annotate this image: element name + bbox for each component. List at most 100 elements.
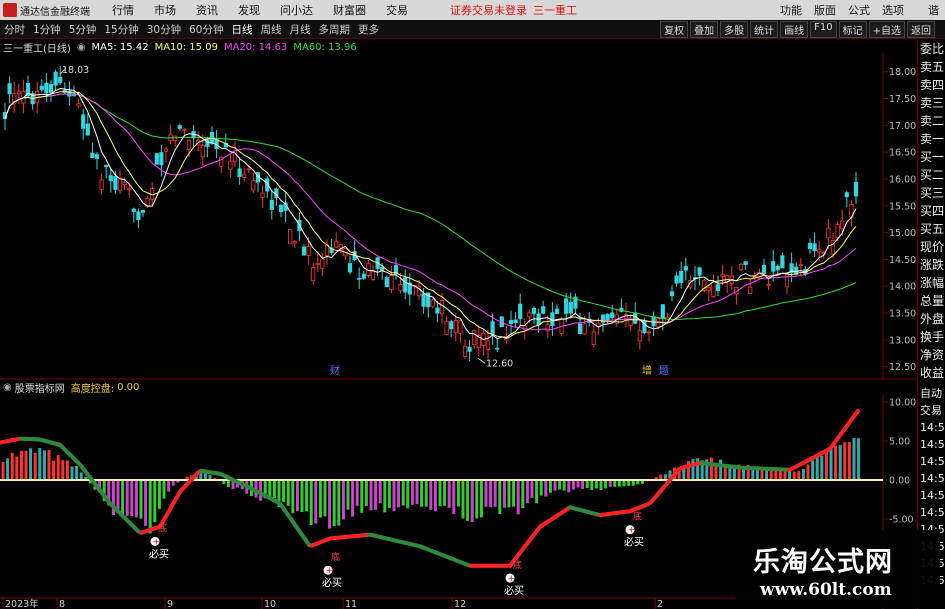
candle-body <box>361 273 366 279</box>
date-label: 8 <box>59 599 65 609</box>
side-item: 14:50 <box>920 438 945 451</box>
menu-item-exchange[interactable]: 市场 <box>154 2 176 18</box>
side-item[interactable]: 买三 <box>918 184 945 202</box>
side-item[interactable]: 换手 <box>918 328 945 346</box>
side-item[interactable]: 总量 <box>918 292 945 310</box>
period-monthly[interactable]: 月线 <box>290 22 311 37</box>
event-marker-topic: 题 <box>659 365 669 377</box>
side-item[interactable]: 委比 <box>918 40 945 58</box>
side-item: 14:50 <box>920 489 945 502</box>
candle-body <box>715 284 721 292</box>
candle-body <box>853 181 859 197</box>
indicator-bar <box>475 480 479 519</box>
side-item[interactable]: 买一 <box>918 148 945 166</box>
indicator-bar <box>355 480 359 506</box>
side-item[interactable]: 买二 <box>918 166 945 184</box>
tool-add-watch-button[interactable]: +自选 <box>868 20 905 38</box>
indicator-bar <box>742 468 746 480</box>
menu-item-wealth[interactable]: 财富圈 <box>333 2 366 18</box>
indicator-bar <box>318 480 322 518</box>
candle-body <box>251 180 256 191</box>
tool-draw-button[interactable]: 画线 <box>780 20 809 38</box>
side-item[interactable]: 净资 <box>918 346 945 364</box>
price-tick-label: 13.50 <box>889 309 916 320</box>
candlestick-chart[interactable]: 18.00 17.50 17.00 16.50 16.00 15.50 15.00 14.50… <box>0 54 917 380</box>
tool-multi-stock-button[interactable]: 多股 <box>720 20 749 38</box>
period-30min[interactable]: 30分钟 <box>147 22 181 37</box>
side-item[interactable]: 涨跌 <box>918 256 945 274</box>
period-multi[interactable]: 多周期 <box>319 22 351 37</box>
indicator-bar <box>383 480 387 513</box>
indicator-bar <box>530 480 534 498</box>
menu-item-options[interactable]: 选项 <box>882 2 904 18</box>
ma20-label: MA20: 14.63 <box>223 41 288 53</box>
settings-dot-icon[interactable]: ◉ <box>77 42 86 53</box>
candle-body <box>679 270 684 283</box>
candle-body <box>182 128 187 131</box>
indicator-bar <box>346 480 350 510</box>
side-item[interactable]: 外盘 <box>918 310 945 328</box>
candle-body <box>439 299 445 315</box>
candle-body <box>81 114 86 129</box>
period-daily[interactable]: 日线 <box>232 22 253 37</box>
candle-body <box>683 266 688 271</box>
menu-item-layout[interactable]: 版面 <box>814 2 836 18</box>
candle-body <box>748 286 753 294</box>
menu-item-trade[interactable]: 交易 <box>386 2 408 18</box>
side-item[interactable]: 买四 <box>918 202 945 220</box>
indicator-bar <box>415 480 419 505</box>
side-item[interactable]: 卖五 <box>918 58 945 76</box>
menu-item-function[interactable]: 功能 <box>780 2 802 18</box>
side-item[interactable]: 卖二 <box>918 112 945 130</box>
side-item[interactable]: 自动 <box>918 385 945 402</box>
indicator-bar <box>824 452 828 480</box>
period-weekly[interactable]: 周线 <box>261 22 282 37</box>
indicator-bar <box>226 480 230 488</box>
side-item[interactable]: 收益 <box>918 364 945 382</box>
menu-item-formula[interactable]: 公式 <box>848 2 870 18</box>
menu-item-market[interactable]: 行情 <box>112 2 134 18</box>
indicator-bar <box>157 480 161 510</box>
candle-body <box>127 188 132 191</box>
candle-body <box>154 153 159 165</box>
indicator-bar <box>843 442 847 480</box>
indicator-bar <box>259 480 263 501</box>
side-item[interactable]: 卖四 <box>918 76 945 94</box>
side-item[interactable]: 现价 <box>918 238 945 256</box>
period-fenshi[interactable]: 分时 <box>4 22 25 37</box>
period-15min[interactable]: 15分钟 <box>104 22 138 37</box>
side-item[interactable]: 买五 <box>918 220 945 238</box>
candle-body <box>430 299 435 307</box>
menu-item-discover[interactable]: 发现 <box>238 2 260 18</box>
tool-adjust-button[interactable]: 复权 <box>660 20 689 38</box>
login-status[interactable]: 证券交易未登录 <box>450 2 527 18</box>
tool-back-button[interactable]: 返回 <box>907 20 935 38</box>
indicator-bar <box>420 480 424 507</box>
indicator-settings-icon[interactable]: ◉ <box>3 382 12 393</box>
indicator-bar <box>470 480 474 523</box>
trend-segment <box>853 408 860 417</box>
tool-mark-button[interactable]: 标记 <box>838 20 867 38</box>
period-1min[interactable]: 1分钟 <box>33 22 61 37</box>
indicator-bar <box>751 469 755 480</box>
side-item[interactable]: 涨幅 <box>918 274 945 292</box>
tool-overlay-button[interactable]: 叠加 <box>690 20 719 38</box>
indicator-bar <box>125 480 129 516</box>
buy-signal-label: 必买 <box>149 547 169 560</box>
price-tick-label: 15.50 <box>889 201 916 212</box>
side-item[interactable]: 卖一 <box>918 130 945 148</box>
app-logo-icon <box>3 3 17 17</box>
side-item[interactable]: 交易 <box>918 402 945 419</box>
period-60min[interactable]: 60分钟 <box>189 22 223 37</box>
indicator-bar <box>516 480 520 515</box>
candle-body <box>564 298 569 314</box>
tool-f10-button[interactable]: F10 <box>810 20 837 38</box>
menu-item-news[interactable]: 资讯 <box>196 2 218 18</box>
side-item[interactable]: 卖三 <box>918 94 945 112</box>
indicator-bar <box>553 480 557 491</box>
period-more[interactable]: 更多 <box>358 22 379 37</box>
tool-stats-button[interactable]: 统计 <box>750 20 779 38</box>
period-5min[interactable]: 5分钟 <box>69 22 97 37</box>
menu-item-ask[interactable]: 问小达 <box>280 2 313 18</box>
indicator-bar <box>406 480 410 509</box>
